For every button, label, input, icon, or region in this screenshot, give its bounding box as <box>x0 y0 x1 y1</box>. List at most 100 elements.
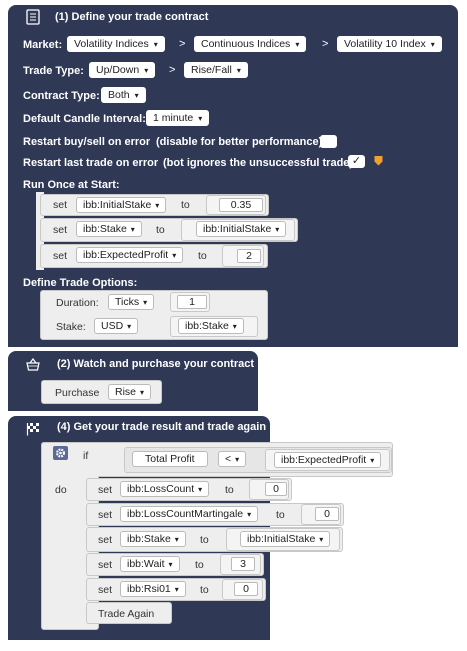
caret-icon: ▾ <box>143 298 148 307</box>
set-label: set <box>98 484 113 496</box>
block-title: (1) Define your trade contract <box>55 11 209 23</box>
duration-input[interactable]: 1 <box>177 295 207 309</box>
variable-name: ibb:Stake <box>83 223 127 235</box>
variable-name: ibb:LossCount <box>127 483 195 495</box>
to-label: to <box>225 484 234 496</box>
restart-last-note: (bot ignores the unsuccessful trade): <box>163 157 357 169</box>
block-title: (4) Get your trade result and trade agai… <box>57 421 267 433</box>
to-label: to <box>200 584 209 596</box>
to-label: to <box>276 509 285 521</box>
variable-name: ibb:Rsi01 <box>127 583 171 595</box>
caret-icon: ▾ <box>275 225 280 234</box>
number-input[interactable]: 0 <box>234 582 258 596</box>
currency-dropdown[interactable]: USD ▾ <box>94 318 139 334</box>
to-label: to <box>200 534 209 546</box>
trade-type-label: Trade Type: <box>23 65 84 77</box>
trade-type-value: Rise/Fall <box>191 64 232 76</box>
caret-icon: ▾ <box>127 322 132 331</box>
restart-last-checkbox[interactable]: ✓ <box>348 155 365 168</box>
variable-name: ibb:ExpectedProfit <box>281 454 367 466</box>
caret-icon: ▾ <box>168 560 173 569</box>
to-label: to <box>198 250 207 262</box>
caret-icon: ▾ <box>235 455 240 464</box>
number-input[interactable]: 2 <box>237 249 261 263</box>
variable-name: ibb:Wait <box>127 558 165 570</box>
variable-dropdown[interactable]: ibb:Rsi01 ▾ <box>120 581 186 597</box>
market-dropdown[interactable]: Volatility Indices ▾ <box>67 36 165 52</box>
stake-label: Stake: <box>56 321 86 333</box>
operator-value: < <box>225 453 232 465</box>
caret-icon: ▾ <box>198 485 203 494</box>
duration-label: Duration: <box>56 297 99 309</box>
caret-icon: ▾ <box>198 114 203 123</box>
variable-dropdown[interactable]: ibb:Stake ▾ <box>120 531 186 547</box>
candle-interval-dropdown[interactable]: 1 minute ▾ <box>146 110 210 126</box>
stake-variable-dropdown[interactable]: ibb:Stake ▾ <box>178 318 244 334</box>
caret-icon: ▾ <box>172 251 177 260</box>
market-label: Market: <box>23 39 63 51</box>
caret-icon: ▾ <box>155 201 160 210</box>
caret-icon: ▾ <box>236 66 241 75</box>
trade-options-label: Define Trade Options: <box>23 277 138 289</box>
duration-unit-dropdown[interactable]: Ticks ▾ <box>108 294 155 310</box>
contract-type-value: Both <box>108 89 130 101</box>
purchase-label: Purchase <box>55 387 100 399</box>
number-input[interactable]: 0 <box>315 507 339 521</box>
variable-getter-dropdown[interactable]: ibb:InitialStake ▾ <box>196 221 287 237</box>
purchase-type-dropdown[interactable]: Rise ▾ <box>108 384 152 400</box>
duration-unit-value: Ticks <box>115 296 140 308</box>
set-label: set <box>53 250 68 262</box>
to-label: to <box>156 224 165 236</box>
document-icon <box>26 9 40 28</box>
set-label: set <box>98 559 113 571</box>
total-profit-block[interactable]: Total Profit <box>132 451 208 467</box>
variable-name: ibb:ExpectedProfit <box>83 249 169 261</box>
variable-dropdown[interactable]: ibb:Wait ▾ <box>120 556 180 572</box>
gear-icon[interactable] <box>53 446 68 460</box>
checkered-flag-icon <box>26 422 40 439</box>
caret-icon: ▾ <box>430 40 435 49</box>
variable-dropdown[interactable]: ibb:InitialStake ▾ <box>76 197 167 213</box>
variable-dropdown[interactable]: ibb:LossCount ▾ <box>120 481 210 497</box>
caret-icon: ▾ <box>232 322 237 331</box>
separator: > <box>179 38 186 50</box>
variable-dropdown[interactable]: ibb:LossCountMartingale ▾ <box>120 506 259 522</box>
variable-getter-dropdown[interactable]: ibb:ExpectedProfit ▾ <box>274 452 382 468</box>
number-input[interactable]: 0 <box>265 482 287 496</box>
submarket-dropdown[interactable]: Continuous Indices ▾ <box>194 36 307 52</box>
separator: > <box>322 38 329 50</box>
variable-dropdown[interactable]: ibb:Stake ▾ <box>76 221 142 237</box>
symbol-value: Volatility 10 Index <box>344 38 426 50</box>
caret-icon: ▾ <box>247 510 252 519</box>
symbol-dropdown[interactable]: Volatility 10 Index ▾ <box>337 36 442 52</box>
variable-dropdown[interactable]: ibb:ExpectedProfit ▾ <box>76 247 184 263</box>
caret-icon: ▾ <box>130 225 135 234</box>
set-label: set <box>53 199 68 211</box>
operator-dropdown[interactable]: < ▾ <box>218 451 247 467</box>
variable-getter-dropdown[interactable]: ibb:InitialStake ▾ <box>240 531 331 547</box>
caret-icon: ▾ <box>319 535 324 544</box>
number-input[interactable]: 3 <box>231 557 255 571</box>
restart-error-checkbox[interactable] <box>320 135 337 148</box>
purchase-type-value: Rise <box>115 386 137 398</box>
trade-category-dropdown[interactable]: Up/Down ▾ <box>89 62 156 78</box>
trade-type-dropdown[interactable]: Rise/Fall ▾ <box>184 62 248 78</box>
contract-type-label: Contract Type: <box>23 90 100 102</box>
set-label: set <box>53 224 68 236</box>
market-value: Volatility Indices <box>74 38 149 50</box>
number-input[interactable]: 0.35 <box>219 198 263 212</box>
restart-last-label: Restart last trade on error <box>23 157 159 169</box>
variable-name: ibb:Stake <box>127 533 171 545</box>
restart-error-note: (disable for better performance): <box>156 136 326 148</box>
caret-icon: ▾ <box>144 66 149 75</box>
variable-name: ibb:Stake <box>185 320 229 332</box>
contract-type-dropdown[interactable]: Both ▾ <box>101 87 146 103</box>
caret-icon: ▾ <box>174 585 179 594</box>
set-label: set <box>98 584 113 596</box>
total-profit-label: Total Profit <box>145 453 195 465</box>
warning-icon[interactable] <box>374 155 383 169</box>
separator: > <box>169 64 176 76</box>
block-title: (2) Watch and purchase your contract <box>57 358 255 370</box>
run-once-label: Run Once at Start: <box>23 179 120 191</box>
variable-name: ibb:InitialStake <box>247 533 316 545</box>
